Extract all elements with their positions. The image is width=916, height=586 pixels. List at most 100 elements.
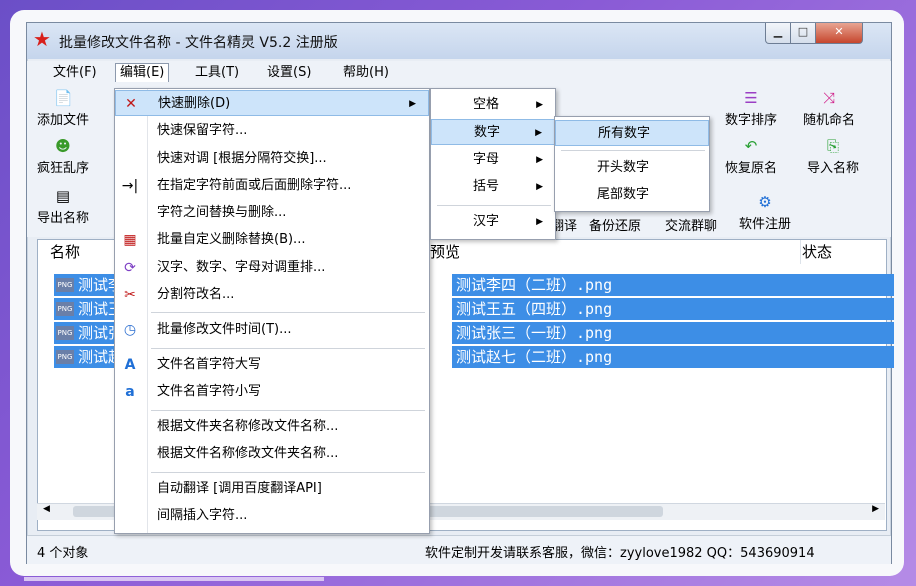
png-file-icon: PNG xyxy=(56,350,74,364)
column-header-status[interactable]: 状态 xyxy=(802,240,886,264)
menu-item-label: 汉字 xyxy=(473,214,500,229)
chat-group-button[interactable]: 交流群聊 xyxy=(665,215,717,234)
menu-separator xyxy=(437,205,551,206)
menu-item-label: 文件名首字符大写 xyxy=(157,357,262,372)
menu-item-label: 文件名首字符小写 xyxy=(157,384,262,399)
backup-restore-label: 备份还原 xyxy=(589,219,642,234)
sort-lines-icon: ☰ xyxy=(744,89,758,107)
menu-item-lowercase[interactable]: a 文件名首字符小写 xyxy=(115,379,429,405)
scroll-right-icon[interactable]: ▶ xyxy=(872,504,879,514)
menu-item-label: 字母 xyxy=(473,152,500,167)
close-button[interactable]: ✕ xyxy=(815,23,863,44)
submenu-arrow-icon: ▶ xyxy=(409,99,416,109)
submenu-item-trailing-numbers[interactable]: 尾部数字 xyxy=(555,182,709,208)
crazy-shuffle-button[interactable]: ☻ 疯狂乱序 xyxy=(37,137,89,176)
menu-item-quick-delete[interactable]: ✕ 快速删除(D) ▶ xyxy=(115,90,429,116)
submenu-item-letter[interactable]: 字母 ▶ xyxy=(431,147,555,173)
random-shuffle-icon: ⤨ xyxy=(822,89,835,107)
menu-item-label: 分割符改名... xyxy=(157,287,235,302)
submenu-item-bracket[interactable]: 括号 ▶ xyxy=(431,174,555,200)
minimize-button[interactable]: ▁ xyxy=(765,23,791,44)
menu-item-label: 汉字、数字、字母对调重排... xyxy=(157,260,326,275)
menu-item-swap[interactable]: 快速对调 [根据分隔符交换]... xyxy=(115,146,429,172)
submenu-item-all-numbers[interactable]: 所有数字 xyxy=(555,120,709,146)
menu-item-separator-rename[interactable]: ✂ 分割符改名... xyxy=(115,282,429,308)
menu-item-file-to-folder[interactable]: 根据文件名称修改文件夹名称... xyxy=(115,441,429,467)
menu-item-interval-insert[interactable]: 间隔插入字符... xyxy=(115,503,429,529)
menu-item-auto-translate[interactable]: 自动翻译 [调用百度翻译API] xyxy=(115,476,429,502)
scroll-left-icon[interactable]: ◀ xyxy=(43,504,50,514)
menu-item-label: 批量自定义删除替换(B)... xyxy=(157,232,306,247)
menu-item-label: 快速对调 [根据分隔符交换]... xyxy=(157,151,327,166)
red-x-icon: ✕ xyxy=(125,96,137,112)
menu-item-modify-time[interactable]: ◷ 批量修改文件时间(T)... xyxy=(115,317,429,343)
menu-file[interactable]: 文件(F) xyxy=(49,64,101,82)
import-name-label: 导入名称 xyxy=(807,161,860,176)
decorative-strip xyxy=(24,577,324,581)
column-header-preview[interactable]: 预览 xyxy=(430,240,801,264)
menu-item-delete-before-after[interactable]: →| 在指定字符前面或后面删除字符... xyxy=(115,173,429,199)
menu-item-folder-to-file[interactable]: 根据文件夹名称修改文件名称... xyxy=(115,414,429,440)
add-file-label: 添加文件 xyxy=(37,113,90,128)
export-name-button[interactable]: ▤ 导出名称 xyxy=(37,187,89,226)
menu-separator xyxy=(151,312,425,313)
register-button[interactable]: ⚙ 软件注册 xyxy=(739,193,791,232)
menu-item-label: 字符之间替换与删除... xyxy=(157,205,287,220)
menu-item-label: 快速删除(D) xyxy=(158,96,231,111)
window-title: 批量修改文件名称 - 文件名精灵 V5.2 注册版 xyxy=(59,35,338,51)
random-name-button[interactable]: ⤨ 随机命名 xyxy=(803,89,855,128)
menu-item-reorder[interactable]: ⟳ 汉字、数字、字母对调重排... xyxy=(115,255,429,281)
number-submenu: 所有数字 开头数字 尾部数字 xyxy=(554,116,710,212)
menu-settings[interactable]: 设置(S) xyxy=(263,64,315,82)
menu-separator xyxy=(151,410,425,411)
lowercase-a-icon: a xyxy=(125,384,135,400)
menu-help[interactable]: 帮助(H) xyxy=(339,64,393,82)
submenu-item-space[interactable]: 空格 ▶ xyxy=(431,92,555,118)
backup-restore-button[interactable]: 备份还原 xyxy=(589,215,641,234)
menu-item-label: 自动翻译 [调用百度翻译API] xyxy=(157,481,322,496)
submenu-item-number[interactable]: 数字 ▶ xyxy=(431,119,555,145)
gear-icon: ⚙ xyxy=(758,193,772,211)
menu-item-label: 批量修改文件时间(T)... xyxy=(157,322,292,337)
png-file-icon: PNG xyxy=(56,302,74,316)
submenu-arrow-icon: ▶ xyxy=(536,217,543,227)
menu-item-label: 所有数字 xyxy=(598,126,651,141)
import-name-button[interactable]: ⎘ 导入名称 xyxy=(807,137,859,176)
menu-item-label: 括号 xyxy=(473,179,500,194)
shuffle-face-icon: ☻ xyxy=(55,137,71,155)
import-icon: ⎘ xyxy=(826,137,839,155)
export-name-label: 导出名称 xyxy=(37,211,90,226)
number-sort-label: 数字排序 xyxy=(725,113,778,128)
menu-item-keep-chars[interactable]: 快速保留字符... xyxy=(115,118,429,144)
menu-item-custom-replace[interactable]: ▦ 批量自定义删除替换(B)... xyxy=(115,227,429,253)
png-file-icon: PNG xyxy=(56,278,74,292)
submenu-item-chinese[interactable]: 汉字 ▶ xyxy=(431,209,555,235)
register-label: 软件注册 xyxy=(739,217,792,232)
menu-tools[interactable]: 工具(T) xyxy=(191,64,243,82)
menu-separator xyxy=(151,472,425,473)
menu-item-label: 数字 xyxy=(474,125,501,140)
menu-item-label: 尾部数字 xyxy=(597,187,650,202)
submenu-arrow-icon: ▶ xyxy=(536,155,543,165)
number-sort-button[interactable]: ☰ 数字排序 xyxy=(725,89,777,128)
edit-menu: ✕ 快速删除(D) ▶ 快速保留字符... 快速对调 [根据分隔符交换]... … xyxy=(114,88,430,534)
crazy-shuffle-label: 疯狂乱序 xyxy=(37,161,90,176)
menu-item-replace-between[interactable]: 字符之间替换与删除... xyxy=(115,200,429,226)
menu-item-label: 空格 xyxy=(473,97,500,112)
delete-submenu: 空格 ▶ 数字 ▶ 字母 ▶ 括号 ▶ 汉字 ▶ xyxy=(430,88,556,240)
menu-edit[interactable]: 编辑(E) xyxy=(115,63,170,82)
menu-item-label: 间隔插入字符... xyxy=(157,508,248,523)
maximize-button[interactable]: □ xyxy=(790,23,816,44)
submenu-item-leading-numbers[interactable]: 开头数字 xyxy=(555,155,709,181)
preview-cell: 测试李四（二班）.png xyxy=(456,276,613,294)
png-file-icon: PNG xyxy=(56,326,74,340)
menu-separator xyxy=(151,348,425,349)
restore-name-button[interactable]: ↶ 恢复原名 xyxy=(725,137,777,176)
app-star-icon: ★ xyxy=(33,27,51,51)
undo-arrow-icon: ↶ xyxy=(744,137,758,155)
export-icon: ▤ xyxy=(55,187,71,205)
clock-icon: ◷ xyxy=(123,322,137,338)
menu-item-capitalize[interactable]: A 文件名首字符大写 xyxy=(115,352,429,378)
add-file-button[interactable]: 📄 添加文件 xyxy=(37,89,89,128)
menu-item-label: 根据文件夹名称修改文件名称... xyxy=(157,419,339,434)
